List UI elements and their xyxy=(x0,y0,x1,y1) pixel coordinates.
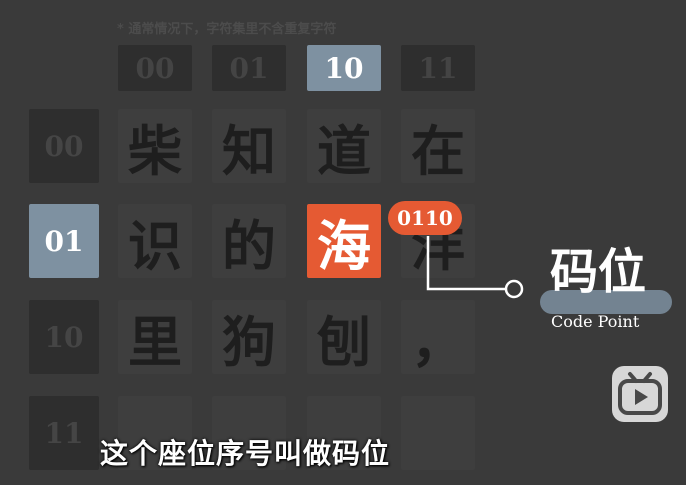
bilibili-tv-icon xyxy=(612,366,668,422)
callout-title: 码位 xyxy=(550,244,647,300)
video-subtitle: 这个座位序号叫做码位 xyxy=(100,437,391,470)
connector-line xyxy=(426,236,524,299)
connector-dot xyxy=(504,279,524,299)
code-badge: 0110 xyxy=(388,201,462,235)
callout-subtitle: Code Point xyxy=(551,312,640,331)
